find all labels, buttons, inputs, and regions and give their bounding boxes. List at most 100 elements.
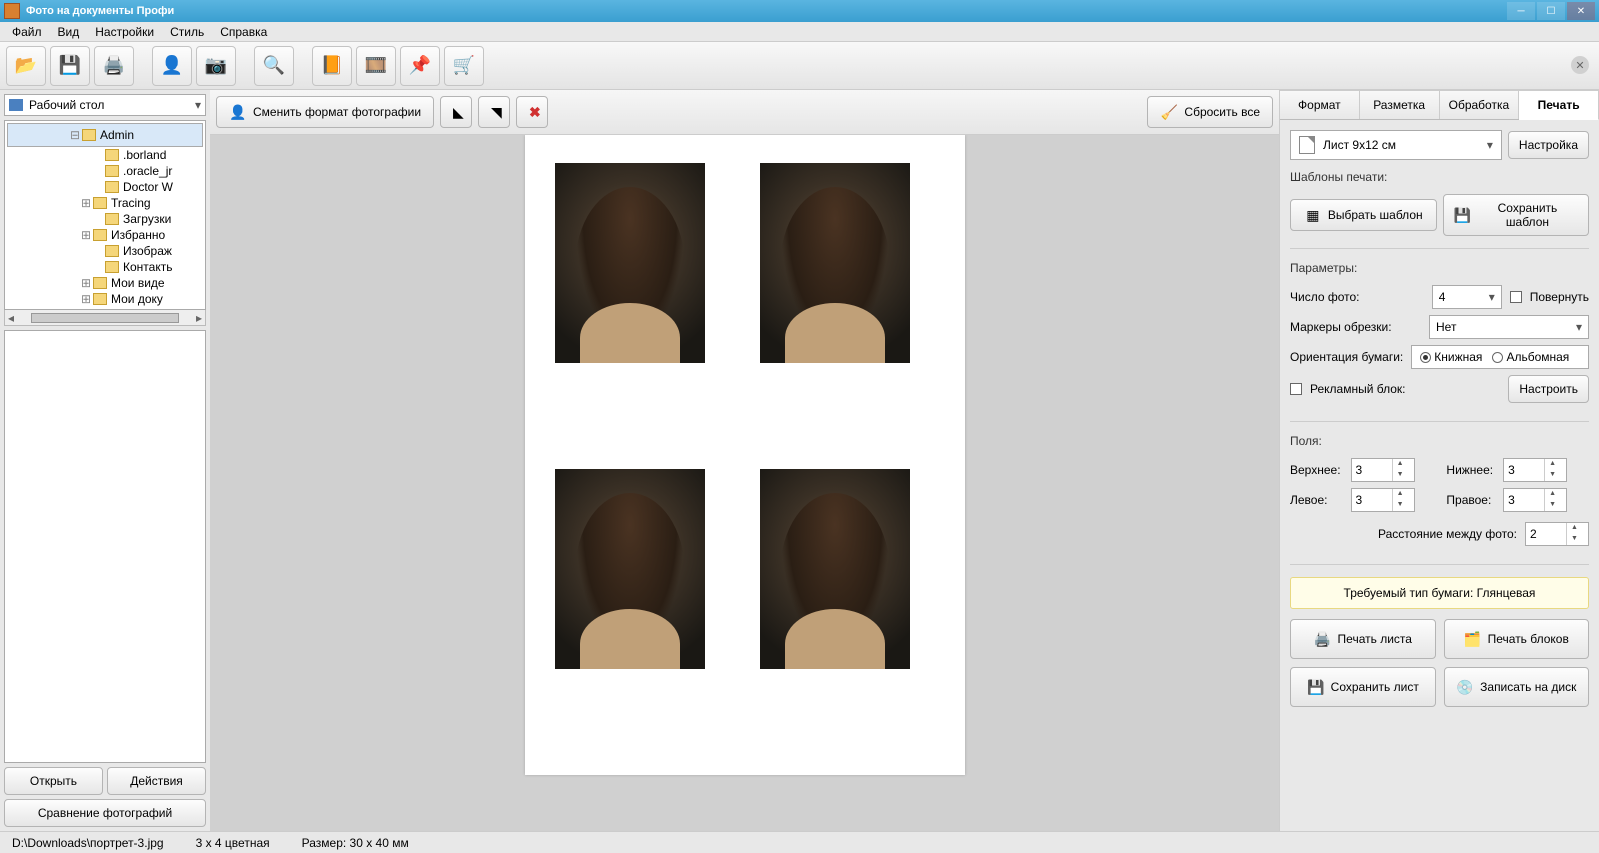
menu-style[interactable]: Стиль (162, 23, 212, 41)
photo-thumbnail[interactable] (760, 163, 910, 363)
film-button[interactable]: 🎞️ (356, 46, 396, 86)
open-folder-button[interactable]: 📂 (6, 46, 46, 86)
menu-view[interactable]: Вид (50, 23, 88, 41)
close-panel-icon[interactable]: ✕ (1571, 56, 1589, 74)
change-format-button[interactable]: 👤 Сменить формат фотографии (216, 96, 434, 128)
spin-up-icon[interactable]: ▲ (1393, 489, 1408, 500)
open-button[interactable]: Открыть (4, 767, 103, 795)
main-toolbar: 📂 💾 🖨️ 👤 📷 🔍 📙 🎞️ 📌 🛒 ✕ (0, 42, 1599, 90)
spacing-input[interactable]: ▲▼ (1525, 522, 1589, 546)
crop-markers-label: Маркеры обрезки: (1290, 320, 1421, 334)
grid-icon: ▦ (1304, 206, 1322, 224)
margin-top-input[interactable]: ▲▼ (1351, 458, 1415, 482)
minimize-button[interactable]: ─ (1507, 2, 1535, 20)
flip-v-icon: ◥ (491, 103, 502, 121)
tab-layout[interactable]: Разметка (1360, 90, 1440, 119)
scroll-right-icon[interactable]: ▸ (193, 311, 205, 325)
tree-node[interactable]: ⊟Admin (7, 123, 203, 147)
margin-right-input[interactable]: ▲▼ (1503, 488, 1567, 512)
tree-node[interactable]: Изображ (7, 243, 203, 259)
photo-count-select[interactable]: 4▾ (1432, 285, 1502, 309)
tree-hscroll[interactable]: ◂ ▸ (4, 310, 206, 326)
pin-button[interactable]: 📌 (400, 46, 440, 86)
spin-down-icon[interactable]: ▼ (1567, 534, 1582, 545)
spin-up-icon[interactable]: ▲ (1545, 459, 1560, 470)
delete-button[interactable]: ✖ (516, 96, 548, 128)
maximize-button[interactable]: ☐ (1537, 2, 1565, 20)
camera-button[interactable]: 📷 (196, 46, 236, 86)
flip-vertical-button[interactable]: ◥ (478, 96, 510, 128)
spin-down-icon[interactable]: ▼ (1393, 500, 1408, 511)
print-sheet-button[interactable]: 🖨️Печать листа (1290, 619, 1436, 659)
spin-down-icon[interactable]: ▼ (1545, 500, 1560, 511)
ad-configure-button[interactable]: Настроить (1508, 375, 1589, 403)
photo-thumbnail[interactable] (760, 469, 910, 669)
menu-bar: Файл Вид Настройки Стиль Справка (0, 22, 1599, 42)
crop-markers-select[interactable]: Нет▾ (1429, 315, 1589, 339)
spin-down-icon[interactable]: ▼ (1393, 470, 1408, 481)
choose-template-button[interactable]: ▦ Выбрать шаблон (1290, 199, 1437, 231)
spin-down-icon[interactable]: ▼ (1545, 470, 1560, 481)
tab-processing[interactable]: Обработка (1440, 90, 1520, 119)
orientation-portrait-radio[interactable]: Книжная (1416, 350, 1486, 364)
save-sheet-button[interactable]: 💾Сохранить лист (1290, 667, 1436, 707)
menu-help[interactable]: Справка (212, 23, 275, 41)
orientation-landscape-radio[interactable]: Альбомная (1488, 350, 1573, 364)
tree-node[interactable]: Контакть (7, 259, 203, 275)
rotate-checkbox[interactable] (1510, 291, 1522, 303)
thumbnail-list[interactable] (4, 330, 206, 763)
photo-count-label: Число фото: (1290, 290, 1424, 304)
book-button[interactable]: 📙 (312, 46, 352, 86)
spin-up-icon[interactable]: ▲ (1567, 523, 1582, 534)
tree-node[interactable]: .borland (7, 147, 203, 163)
tab-print[interactable]: Печать (1519, 90, 1599, 120)
tree-node[interactable]: ⊞Tracing (7, 195, 203, 211)
menu-settings[interactable]: Настройки (87, 23, 162, 41)
folder-tree[interactable]: ⊟Admin.borland.oracle_jrDoctor W⊞Tracing… (4, 120, 206, 310)
sheet-size-label: Лист 9x12 см (1323, 138, 1396, 152)
chevron-down-icon: ▾ (1576, 320, 1582, 334)
print-blocks-button[interactable]: 🗂️Печать блоков (1444, 619, 1590, 659)
tree-node[interactable]: Doctor W (7, 179, 203, 195)
burn-disc-button[interactable]: 💿Записать на диск (1444, 667, 1590, 707)
save-template-button[interactable]: 💾 Сохранить шаблон (1443, 194, 1590, 236)
tree-node[interactable]: ⊞Мои виде (7, 275, 203, 291)
reset-all-button[interactable]: 🧹 Сбросить все (1147, 96, 1273, 128)
tree-expander-icon[interactable]: ⊞ (79, 292, 93, 306)
flip-horizontal-button[interactable]: ◣ (440, 96, 472, 128)
spin-up-icon[interactable]: ▲ (1393, 459, 1408, 470)
compare-photos-button[interactable]: Сравнение фотографий (4, 799, 206, 827)
ad-block-checkbox[interactable] (1290, 383, 1302, 395)
close-button[interactable]: ✕ (1567, 2, 1595, 20)
scroll-left-icon[interactable]: ◂ (5, 311, 17, 325)
cart-button[interactable]: 🛒 (444, 46, 484, 86)
drive-icon (9, 99, 23, 111)
photo-thumbnail[interactable] (555, 163, 705, 363)
tree-node[interactable]: .oracle_jr (7, 163, 203, 179)
tree-expander-icon[interactable]: ⊞ (79, 276, 93, 290)
actions-button[interactable]: Действия (107, 767, 206, 795)
print-button[interactable]: 🖨️ (94, 46, 134, 86)
margin-bottom-input[interactable]: ▲▼ (1503, 458, 1567, 482)
tree-expander-icon[interactable]: ⊟ (68, 128, 82, 142)
margin-left-input[interactable]: ▲▼ (1351, 488, 1415, 512)
spin-up-icon[interactable]: ▲ (1545, 489, 1560, 500)
tree-expander-icon[interactable]: ⊞ (79, 196, 93, 210)
sheet-size-combo[interactable]: Лист 9x12 см ▾ (1290, 130, 1502, 160)
tree-node[interactable]: ⊞Мои доку (7, 291, 203, 307)
tab-format[interactable]: Формат (1280, 90, 1360, 119)
folder-icon (93, 277, 107, 289)
left-panel: Рабочий стол ▾ ⊟Admin.borland.oracle_jrD… (0, 90, 210, 831)
tree-expander-icon[interactable]: ⊞ (79, 228, 93, 242)
sheet-settings-button[interactable]: Настройка (1508, 131, 1589, 159)
image-search-button[interactable]: 🔍 (254, 46, 294, 86)
menu-file[interactable]: Файл (4, 23, 50, 41)
photo-thumbnail[interactable] (555, 469, 705, 669)
tree-node[interactable]: Загрузки (7, 211, 203, 227)
person-button[interactable]: 👤 (152, 46, 192, 86)
folder-icon (105, 149, 119, 161)
scroll-thumb[interactable] (31, 313, 179, 323)
tree-node[interactable]: ⊞Избранно (7, 227, 203, 243)
drive-combo[interactable]: Рабочий стол ▾ (4, 94, 206, 116)
save-button[interactable]: 💾 (50, 46, 90, 86)
